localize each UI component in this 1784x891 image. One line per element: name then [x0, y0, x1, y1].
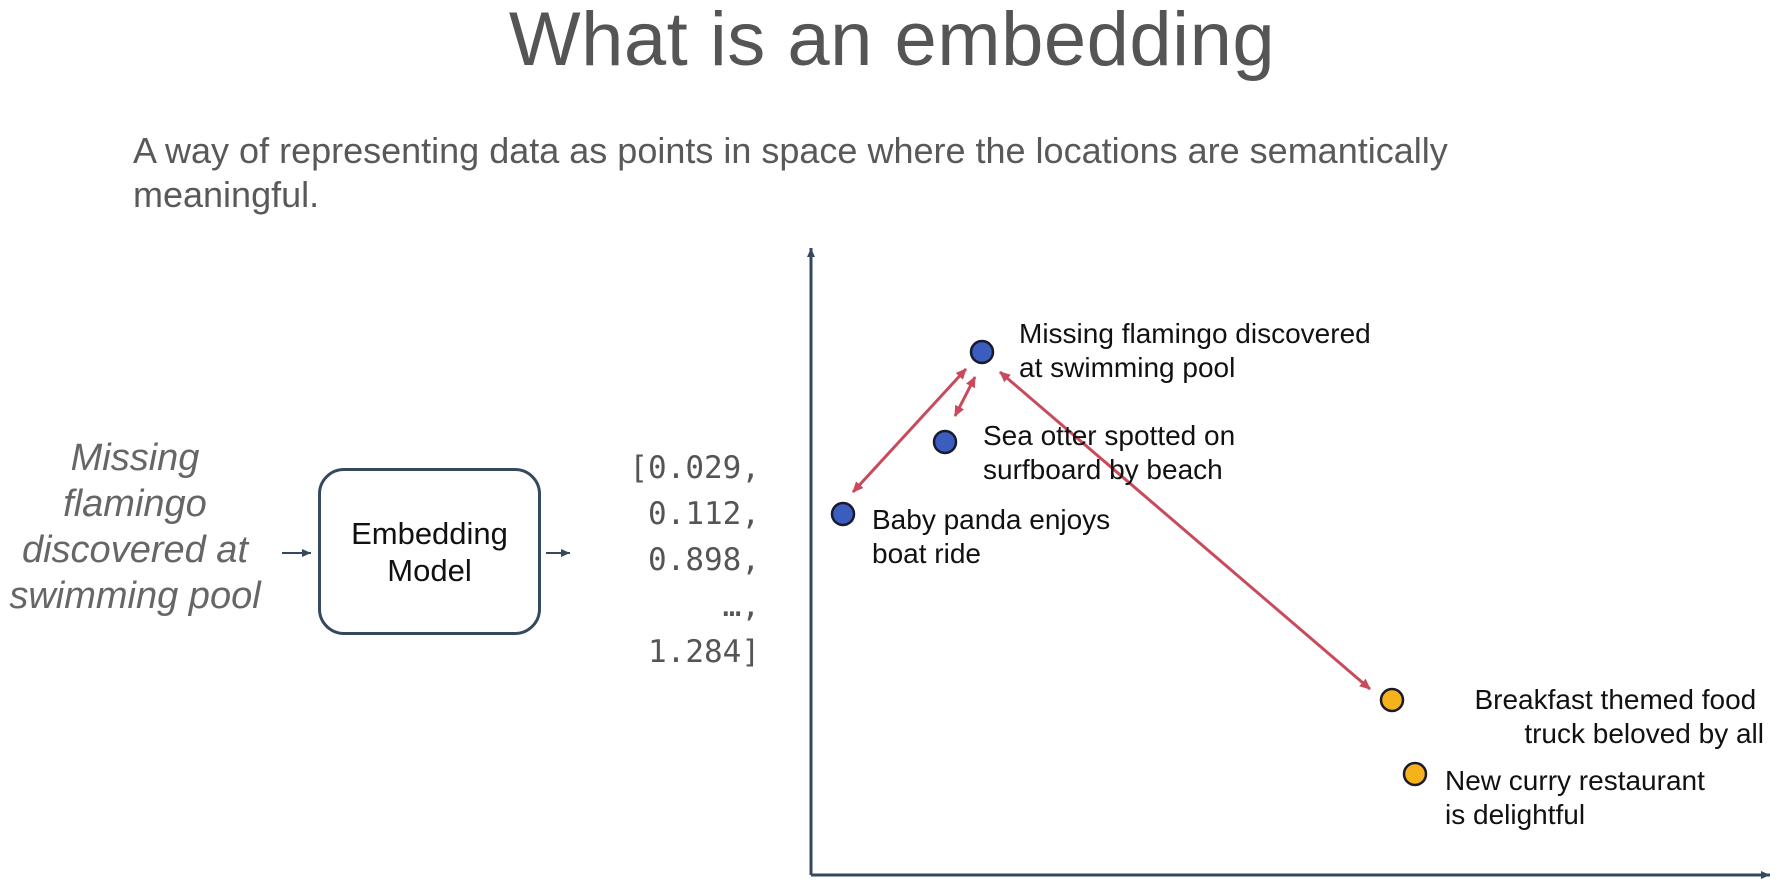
label-curry: New curry restaurant is delightful [1445, 765, 1713, 830]
label-line: boat ride [872, 538, 981, 569]
label-line: Missing flamingo discovered [1019, 318, 1371, 349]
point-breakfast [1379, 687, 1405, 713]
label-line: surfboard by beach [983, 454, 1223, 485]
label-panda: Baby panda enjoys boat ride [872, 504, 1118, 569]
label-line: Sea otter spotted on [983, 420, 1235, 451]
point-otter [932, 429, 958, 455]
label-line: New curry restaurant [1445, 765, 1705, 796]
point-flamingo [969, 339, 995, 365]
label-line: is delightful [1445, 799, 1585, 830]
point-panda [830, 501, 856, 527]
label-otter: Sea otter spotted on surfboard by beach [983, 420, 1243, 485]
label-line: Baby panda enjoys [872, 504, 1110, 535]
label-flamingo: Missing flamingo discovered at swimming … [1019, 318, 1379, 383]
point-curry [1402, 761, 1428, 787]
label-line: Breakfast themed food [1474, 684, 1756, 715]
label-line: truck beloved by all [1524, 718, 1764, 749]
flamingo-otter-arrow [953, 376, 977, 417]
label-breakfast: Breakfast themed food truck beloved by a… [1474, 684, 1764, 749]
embedding-space-diagram: Missing flamingo discovered at swimming … [282, 248, 1770, 879]
label-line: at swimming pool [1019, 352, 1235, 383]
